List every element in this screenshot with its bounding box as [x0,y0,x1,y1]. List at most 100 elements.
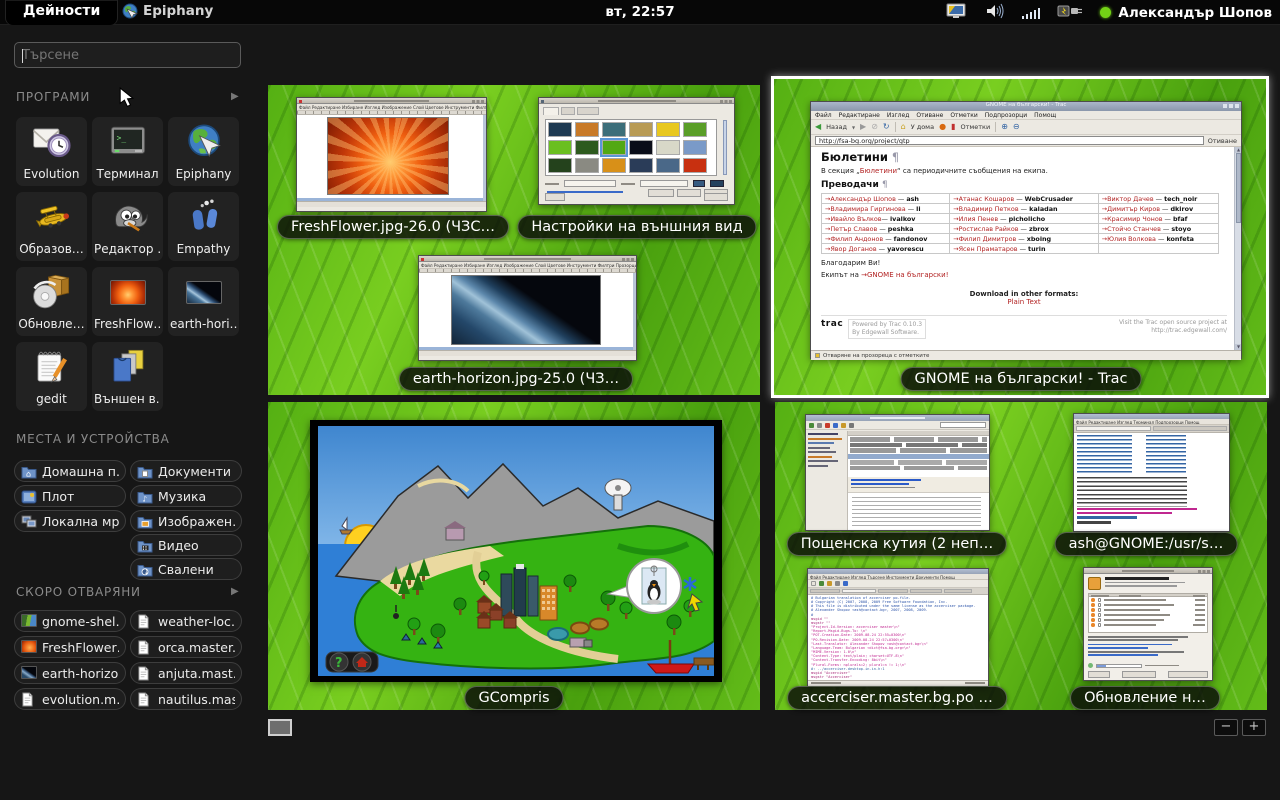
wallpaper-thumbnail[interactable] [575,158,599,173]
place-pictures[interactable]: Изображен… [130,510,242,532]
window-gimp-earth[interactable]: Файл Редактиране Избиране Изглед Изображ… [418,255,637,361]
scrollbar[interactable] [483,115,486,201]
zoom-out-icon[interactable]: ⊖ [1013,123,1020,131]
app-gedit[interactable]: gedit [16,342,87,411]
window-gcompris[interactable]: ? [310,420,722,682]
window-appearance-settings[interactable] [538,97,735,205]
recent-item-orca[interactable]: orca.master.… [130,636,242,658]
history-icon[interactable]: ● [939,123,946,131]
recent-item-freshflower[interactable]: FreshFlower… [14,636,126,658]
place-music[interactable]: ♪ Музика [130,485,242,507]
window-epiphany-trac[interactable]: GNOME на български! - Trac ФайлРедактира… [810,101,1242,359]
app-menu[interactable]: Epiphany [122,3,213,19]
activities-button[interactable]: Дейности [6,0,117,25]
stop-icon[interactable]: ⊘ [871,123,878,131]
help-button[interactable]: ? [335,656,343,671]
clock[interactable]: вт, 22:57 [605,4,674,20]
wallpaper-grid[interactable] [545,119,717,176]
menu-item[interactable]: Помощ [1034,112,1056,119]
battery-icon[interactable] [1057,3,1083,22]
close-button[interactable] [704,193,728,201]
wallpaper-thumbnail[interactable] [548,158,572,173]
back-icon[interactable]: ◀ [815,123,821,131]
app-terminal[interactable]: >_ Терминал [92,117,163,186]
volume-icon[interactable] [985,3,1005,23]
update-buttons[interactable] [1088,671,1208,678]
remove-workspace-button[interactable]: − [1214,719,1238,736]
terminal-tabs[interactable] [1074,425,1229,433]
workspace-1[interactable]: Файл Редактиране Избиране Изглед Изображ… [268,85,760,395]
wallpaper-thumbnail[interactable] [629,158,653,173]
display-settings-icon[interactable] [946,3,968,23]
menu-item[interactable]: Отиване [916,112,943,119]
app-education[interactable]: Образов… [16,192,87,261]
scrollbar[interactable] [723,120,727,175]
home-label[interactable]: У дома [911,123,934,131]
window-label[interactable]: FreshFlower.jpg-26.0 (ЧЗС… [277,215,509,239]
place-documents[interactable]: Документи [130,460,242,482]
appearance-tabs[interactable] [543,107,599,115]
place-desktop[interactable]: Плот [14,485,126,507]
wallpaper-thumbnail[interactable] [656,158,680,173]
recent-item-gnome-shell[interactable]: gnome-shel… [14,610,126,632]
evolution-toolbar[interactable] [806,421,989,430]
reload-icon[interactable]: ↻ [883,123,890,131]
po-editor-content[interactable]: # Bulgarian translation of accerciser po… [808,595,988,680]
window-label[interactable]: GNOME на български! - Trac [901,367,1142,391]
app-freshflower-image[interactable]: FreshFlow… [92,267,163,336]
wallpaper-thumbnail[interactable] [575,140,599,155]
folder-tree-pane[interactable] [806,431,848,530]
window-label[interactable]: accerciser.master.bg.po … [787,686,1007,710]
terminal-content[interactable] [1074,433,1229,531]
scrollbar[interactable] [633,273,636,350]
window-gimp-freshflower[interactable]: Файл Редактиране Избиране Изглед Изображ… [296,97,487,212]
browser-toolbar[interactable]: ◀ Назад ▼ ▶ ⊘ ↻ ⌂ У дома ● ▮ Отметки ⊕ ⊖ [811,120,1241,135]
user-menu[interactable]: Александър Шопов [1100,5,1272,21]
wallpaper-thumbnail[interactable] [548,140,572,155]
programs-expander-icon[interactable]: ▶ [231,91,239,102]
recent-item-nautilus[interactable]: nautilus.mas… [130,688,242,710]
recent-expander-icon[interactable]: ▶ [231,586,239,597]
recent-item-weather-loc[interactable]: weather-loc… [130,610,242,632]
message-list-pane[interactable] [848,431,989,477]
app-empathy[interactable]: Empathy [168,192,239,261]
bookmarks-label[interactable]: Отметки [960,123,990,131]
place-videos[interactable]: Видео [130,534,242,556]
window-gedit-po[interactable]: Файл Редактиране Изглед Търсене Инструме… [807,568,989,686]
menu-item[interactable]: Редактиране [839,112,880,119]
update-list[interactable] [1088,597,1208,633]
window-label[interactable]: Настройки на външния вид [517,215,756,239]
window-label[interactable]: Обновление н… [1070,686,1220,710]
wallpaper-thumbnail[interactable] [683,158,707,173]
app-gimp[interactable]: Редактор … [92,192,163,261]
window-label[interactable]: earth-horizon.jpg-25.0 (ЧЗ… [399,367,633,391]
workspace-2-active[interactable]: GNOME на български! - Trac Файл Редактира… [771,76,1269,398]
add-workspace-button[interactable]: + [1242,719,1266,736]
window-label[interactable]: ash@GNOME:/usr/s… [1055,532,1238,556]
app-evolution[interactable]: Evolution [16,117,87,186]
app-appearance[interactable]: Външен в… [92,342,163,411]
menu-item[interactable]: Изглед [887,112,910,119]
window-buttons[interactable] [1223,104,1239,108]
wallpaper-thumbnail[interactable] [602,122,626,137]
search-input[interactable] [22,46,232,64]
search-box[interactable] [14,42,241,68]
bulletin-link[interactable]: Бюлетини [860,167,897,175]
go-button[interactable]: Отиване [1208,137,1237,145]
forward-icon[interactable]: ▶ [860,123,866,131]
wallpaper-options[interactable] [545,180,724,187]
wallpaper-thumbnail[interactable] [629,140,653,155]
menu-item[interactable]: Файл [815,112,832,119]
window-label[interactable]: GCompris [464,686,563,710]
app-epiphany[interactable]: Epiphany [168,117,239,186]
wallpaper-thumbnail[interactable] [602,158,626,173]
app-updates[interactable]: Обновле… [16,267,87,336]
gedit-toolbar[interactable] [808,580,988,588]
browser-menubar[interactable]: ФайлРедактиранеИзгледОтиванеОтметкиПодпр… [811,111,1241,120]
home-icon[interactable]: ⌂ [901,123,906,131]
workspace-indicator[interactable] [268,719,292,736]
scrollbar[interactable] [419,347,633,350]
recent-item-earth-horizon[interactable]: earth-horizo… [14,662,126,684]
window-terminal[interactable]: Файл Редактиране Изглед Терминал Подпроз… [1073,413,1230,532]
wallpaper-thumbnail[interactable] [656,140,680,155]
